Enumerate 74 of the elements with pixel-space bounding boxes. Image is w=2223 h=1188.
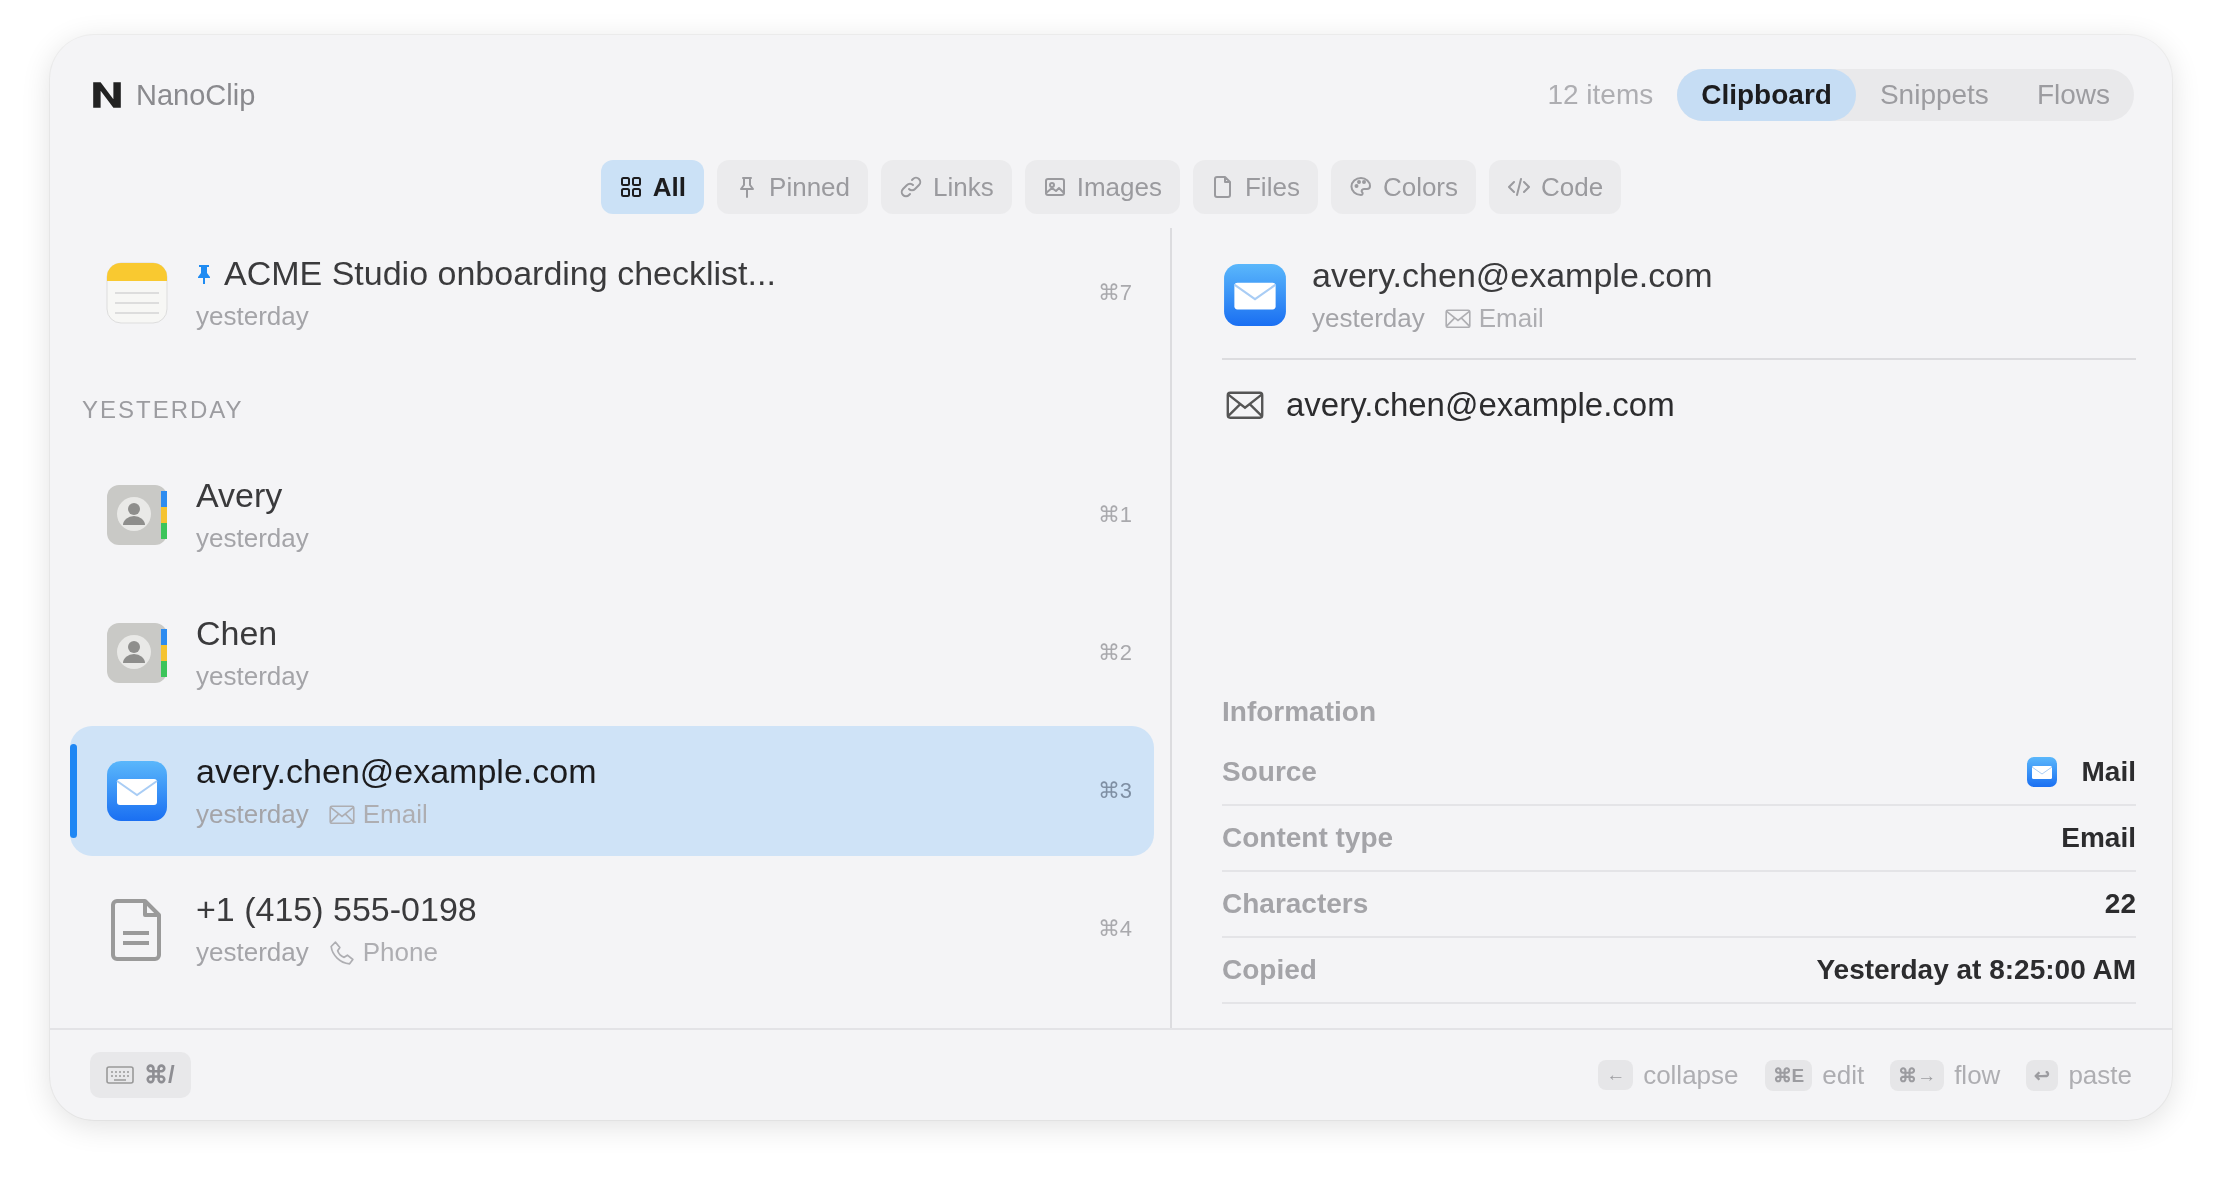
detail-time: yesterday [1312,303,1425,334]
code-icon [1507,175,1532,199]
mail-app-icon [1222,262,1288,328]
item-title: avery.chen@example.com [196,752,597,791]
clip-item[interactable]: avery.chen@example.com yesterday Email ⌘3 [70,726,1154,856]
item-time: yesterday [196,799,309,830]
mode-tab[interactable]: Clipboard [1677,69,1856,121]
mail-app-icon [105,759,169,823]
envelope-icon [328,804,355,825]
keyboard-shortcuts-button[interactable]: ⌘/ [90,1052,191,1098]
key-cap: ⌘E [1764,1059,1813,1091]
item-time: yesterday [196,301,309,332]
contacts-app-icon [105,483,169,547]
item-time: yesterday [196,937,309,968]
info-value: Yesterday at 8:25:00 AM [1816,954,2136,986]
hint-label: flow [1954,1059,2001,1091]
info-label: Content type [1222,822,1394,854]
link-icon [899,175,923,199]
shortcut-hint: ⌘2 [1097,640,1132,666]
pin-icon [196,262,212,285]
info-heading: Information [1222,696,1377,728]
phone-icon [328,939,355,966]
info-value: 22 [2104,888,2136,920]
clip-item[interactable]: +1 (415) 555-0198 yesterday Phone ⌘4 [70,864,1154,994]
palette-icon [1348,175,1373,199]
item-title: Chen [196,614,278,653]
clip-item[interactable]: ACME Studio onboarding checklist... yesterday ⌘7 [70,228,1154,358]
info-label: Characters [1222,888,1369,920]
filter-chip[interactable]: Links [881,160,1012,214]
clip-item[interactable]: Chen yesterday ⌘2 [70,588,1154,718]
shortcut-hint: ⌘3 [1097,778,1132,804]
item-type: Email [362,799,428,830]
info-label: Copied [1222,954,1317,986]
item-type: Phone [362,937,438,968]
grid-icon [618,175,643,199]
image-icon [1042,175,1067,199]
info-label: Source [1222,756,1317,788]
filter-chip[interactable]: Code [1489,160,1622,214]
hint-label: edit [1822,1059,1865,1091]
info-value: Email [2061,822,2136,854]
filter-chip[interactable]: Colors [1330,160,1477,214]
mode-tab[interactable]: Flows [2012,69,2134,121]
envelope-icon [1226,390,1264,420]
key-cap: ← [1598,1060,1634,1090]
hint-label: paste [2068,1059,2132,1091]
filter-chip[interactable]: Images [1024,160,1180,214]
filter-chip[interactable]: Files [1193,160,1318,214]
filter-chip[interactable]: Pinned [717,160,868,214]
info-value: Mail [2081,756,2136,788]
key-cap: ⌘→ [1890,1059,1945,1091]
keyboard-icon [106,1066,134,1084]
filter-chip[interactable]: All [600,160,705,214]
clip-item[interactable]: Avery yesterday ⌘1 [70,450,1154,580]
mode-tab[interactable]: Snippets [1855,69,2013,121]
contacts-app-icon [105,621,169,685]
item-title: ACME Studio onboarding checklist... [224,254,776,293]
item-title: Avery [196,476,283,515]
shortcut-hint: ⌘1 [1097,502,1132,528]
shortcut-hint: ⌘7 [1097,280,1132,306]
detail-title: avery.chen@example.com [1312,256,1714,295]
section-heading: YESTERDAY [81,395,245,425]
notes-app-icon [105,261,169,325]
shortcut-hint: ⌘4 [1097,916,1132,942]
hint-label: collapse [1643,1059,1739,1091]
mail-app-icon [2025,756,2058,788]
item-time: yesterday [196,661,309,692]
detail-type: Email [1478,303,1544,334]
item-title: +1 (415) 555-0198 [196,890,477,929]
envelope-icon [1444,308,1471,329]
key-cap: ↩ [2026,1059,2059,1091]
item-count: 12 items [1547,79,1654,111]
clip-content: avery.chen@example.com [1286,386,1675,424]
app-name: NanoClip [136,78,256,112]
item-time: yesterday [196,523,309,554]
